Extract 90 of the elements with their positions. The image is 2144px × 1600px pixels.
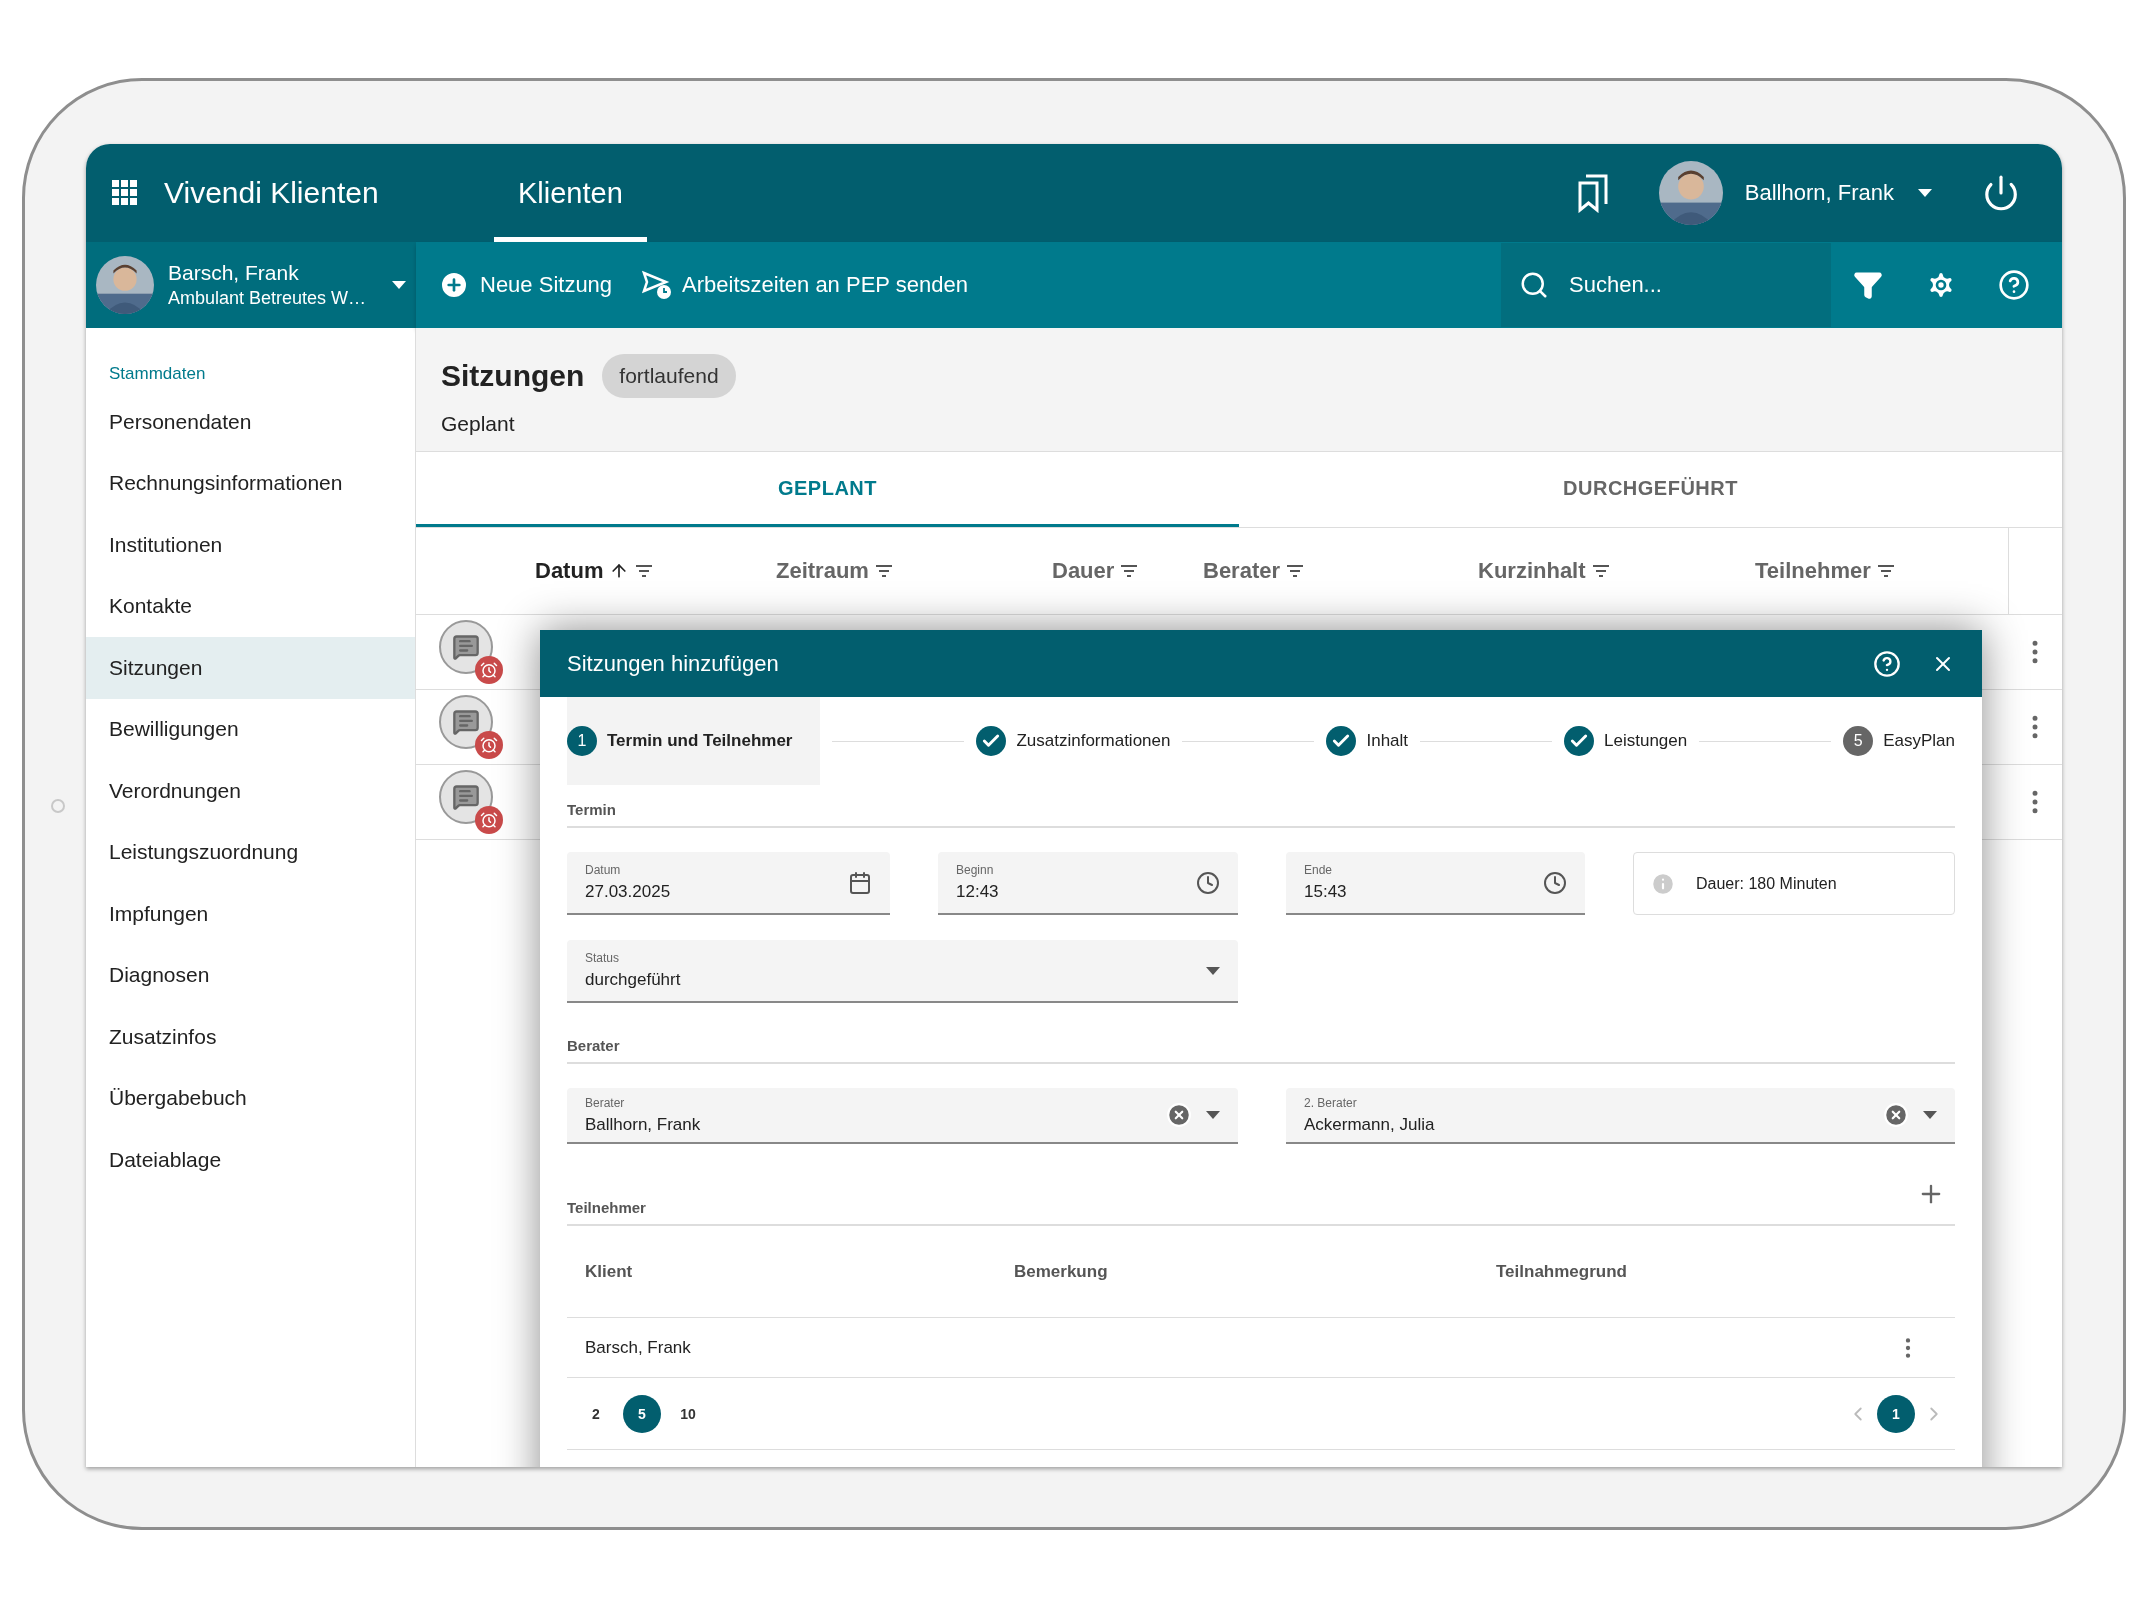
filter-lines-icon	[1591, 564, 1610, 578]
page-title: Sitzungen	[441, 359, 585, 393]
filter-lines-icon	[1286, 564, 1305, 578]
sidebar-item[interactable]: Zusatzinfos	[86, 1006, 415, 1068]
caret-icon[interactable]	[392, 281, 406, 289]
page-size-option[interactable]: 10	[669, 1394, 707, 1433]
filter-lines-icon	[874, 564, 893, 578]
calendar-icon[interactable]	[848, 870, 872, 895]
caret-icon[interactable]	[1923, 1111, 1937, 1119]
column-header: Klient	[585, 1261, 634, 1282]
column-header[interactable]: Kurzinhalt	[1478, 558, 1755, 584]
page-size-option[interactable]: 2	[577, 1394, 615, 1433]
input-field[interactable]: Datum 27.03.2025	[567, 852, 890, 915]
stepper-step[interactable]: 1 Termin und Teilnehmer	[567, 697, 821, 785]
section-heading: Berater	[567, 1037, 1955, 1064]
clear-icon[interactable]	[1166, 1102, 1192, 1128]
sidebar-item[interactable]: Impfungen	[86, 883, 415, 945]
sidebar-item[interactable]: Institutionen	[86, 514, 415, 576]
session-icon	[439, 770, 503, 834]
clock-icon[interactable]	[1196, 870, 1220, 895]
session-icon	[439, 620, 503, 684]
app-title: Vivendi Klienten	[164, 176, 380, 210]
sidebar-item[interactable]: Bewilligungen	[86, 698, 415, 760]
status-select[interactable]: Status durchgeführt	[567, 940, 1238, 1003]
user-name[interactable]: Ballhorn, Frank	[1744, 180, 1894, 206]
status-chip: fortlaufend	[602, 354, 736, 398]
filter-lines-icon	[1120, 564, 1139, 578]
select-field[interactable]: Berater Ballhorn, Frank	[567, 1088, 1238, 1144]
stepper-step[interactable]: 5 EasyPlan	[1843, 697, 1956, 785]
select-field[interactable]: 2. Berater Ackermann, Julia	[1286, 1088, 1955, 1144]
tab[interactable]: GEPLANT	[416, 452, 1239, 527]
clock-icon[interactable]	[1543, 870, 1567, 895]
column-header[interactable]: Teilnehmer	[1755, 558, 2008, 584]
client-selector[interactable]: Barsch, Frank Ambulant Betreutes W…	[86, 242, 416, 328]
stepper-step[interactable]: Zusatzinformationen	[976, 697, 1171, 785]
sidebar-item[interactable]: Verordnungen	[86, 760, 415, 822]
sidebar-item[interactable]: Kontakte	[86, 575, 415, 637]
column-header[interactable]: Berater	[1203, 558, 1478, 584]
stepper-step[interactable]: Inhalt	[1326, 697, 1409, 785]
filter-lines-icon	[635, 564, 654, 578]
stepper-step[interactable]: Leistungen	[1564, 697, 1688, 785]
clear-icon[interactable]	[1883, 1102, 1909, 1128]
power-icon[interactable]	[1982, 174, 2020, 212]
sidebar-item[interactable]: Sitzungen	[86, 637, 415, 699]
tab[interactable]: DURCHGEFÜHRT	[1239, 452, 2062, 527]
session-icon	[439, 695, 503, 759]
table-cell-text: Barsch, Frank	[585, 1337, 692, 1358]
sidebar-item[interactable]: Diagnosen	[86, 944, 415, 1006]
client-name: Barsch, Frank	[168, 261, 300, 285]
sidebar-item[interactable]: Rechnungsinformationen	[86, 452, 415, 514]
column-header[interactable]: Zeitraum	[776, 558, 1052, 584]
check-icon	[1564, 726, 1595, 756]
step-number: 5	[1843, 726, 1874, 756]
help-icon[interactable]	[1997, 269, 2030, 301]
column-header[interactable]: Datum	[535, 558, 776, 584]
sidebar-item[interactable]: Personendaten	[86, 391, 415, 453]
column-header: Bemerkung	[1014, 1261, 1109, 1282]
client-subtitle: Ambulant Betreutes W…	[168, 288, 368, 309]
duration-text: Dauer: 180 Minuten	[1696, 874, 1837, 893]
sidebar-item[interactable]: Übergabebuch	[86, 1067, 415, 1129]
page-button[interactable]: 1	[1877, 1394, 1915, 1433]
toolbar-button[interactable]: Neue Sitzung	[438, 269, 613, 301]
filter-lines-icon	[1876, 564, 1895, 578]
toolbar-button[interactable]: Arbeitszeiten an PEP senden	[642, 270, 968, 300]
dialog-title: Sitzungen hinzufügen	[567, 650, 780, 677]
input-field[interactable]: Beginn 12:43	[938, 852, 1238, 915]
sidebar-item[interactable]: Leistungszuordnung	[86, 821, 415, 883]
page-subtitle: Geplant	[441, 412, 516, 436]
input-field[interactable]: Ende 15:43	[1286, 852, 1585, 915]
page-size-option[interactable]: 5	[623, 1394, 661, 1433]
section-heading: Termin	[567, 801, 1955, 828]
caret-icon[interactable]	[1918, 189, 1932, 197]
bookmarks-icon[interactable]	[1576, 173, 1609, 213]
apps-grid-icon[interactable]	[112, 180, 138, 206]
check-icon	[976, 726, 1007, 756]
send-clock-icon	[642, 270, 673, 300]
section-heading: Teilnehmer	[567, 1199, 646, 1216]
sidebar-section-title: Stammdaten	[108, 363, 207, 385]
column-header[interactable]: Dauer	[1052, 558, 1203, 584]
help-icon[interactable]	[1873, 649, 1901, 678]
sensor-icon	[51, 799, 65, 813]
search-field[interactable]: Suchen...	[1567, 271, 1807, 299]
caret-icon[interactable]	[1206, 966, 1220, 975]
check-icon	[1326, 726, 1357, 756]
column-header: Teilnahmegrund	[1496, 1261, 1628, 1282]
caret-icon[interactable]	[1206, 1111, 1220, 1119]
search-icon	[1519, 270, 1549, 300]
sidebar-item[interactable]: Dateiablage	[86, 1129, 415, 1191]
filter-icon[interactable]	[1852, 270, 1883, 300]
step-number: 1	[567, 726, 597, 756]
